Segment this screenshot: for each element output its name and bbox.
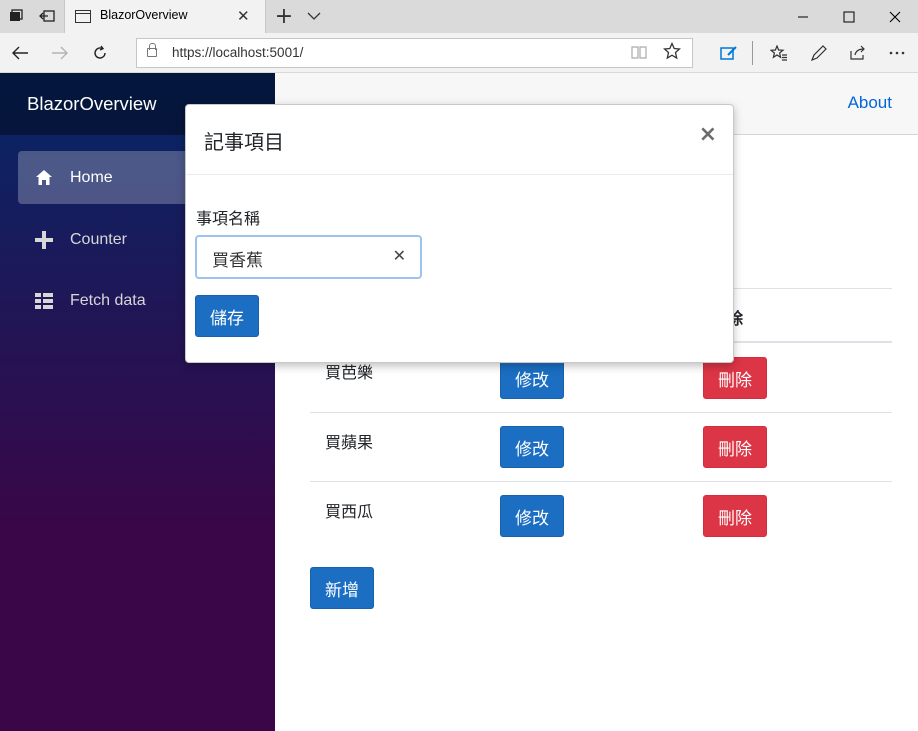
more-icon[interactable] — [884, 40, 910, 66]
table-row: 買蘋果 修改 刪除 — [310, 412, 892, 481]
edit-button[interactable]: 修改 — [500, 495, 564, 537]
dialog-header: 記事項目 × — [186, 105, 733, 175]
delete-button[interactable]: 刪除 — [703, 426, 767, 468]
home-icon — [35, 169, 53, 187]
input-value: 買香蕉 — [212, 251, 263, 271]
tab-manager-icon[interactable] — [4, 4, 28, 28]
edit-button[interactable]: 修改 — [500, 357, 564, 399]
delete-button[interactable]: 刪除 — [703, 357, 767, 399]
forward-icon[interactable] — [46, 40, 74, 66]
minimize-icon[interactable] — [780, 0, 826, 33]
url-field[interactable]: https://localhost:5001/ — [136, 38, 693, 68]
browser-tab[interactable]: BlazorOverview ✕ — [64, 0, 266, 33]
refresh-icon[interactable] — [86, 40, 114, 66]
list-icon — [35, 292, 53, 310]
favorites-hub-icon[interactable] — [766, 40, 792, 66]
new-tab-icon[interactable]: + — [272, 4, 296, 29]
page-icon — [75, 10, 91, 23]
url-text: https://localhost:5001/ — [172, 45, 304, 60]
close-window-icon[interactable] — [872, 0, 918, 33]
pen-icon[interactable] — [806, 40, 832, 66]
close-tab-icon[interactable]: ✕ — [237, 7, 250, 25]
todo-table: 買芭樂 修改 刪除 買蘋果 修改 刪除 買西瓜 修改 刪除 — [310, 343, 892, 550]
toolbar-divider — [752, 41, 753, 65]
edit-dialog: 記事項目 × 事項名稱 買香蕉 ✕ 儲存 — [185, 104, 734, 363]
brand[interactable]: BlazorOverview — [27, 93, 157, 115]
save-button[interactable]: 儲存 — [195, 295, 259, 337]
plus-icon — [35, 230, 53, 249]
delete-button[interactable]: 刪除 — [703, 495, 767, 537]
about-link[interactable]: About — [848, 93, 892, 113]
reading-view-icon[interactable] — [631, 45, 647, 63]
tab-title: BlazorOverview — [100, 8, 188, 22]
set-aside-tabs-icon[interactable] — [35, 4, 59, 28]
edit-button[interactable]: 修改 — [500, 426, 564, 468]
favorite-star-icon[interactable] — [662, 41, 682, 65]
item-name-input[interactable]: 買香蕉 ✕ — [195, 235, 422, 279]
sidebar-item-label: Fetch data — [70, 291, 146, 309]
share-icon[interactable] — [845, 40, 871, 66]
dialog-title: 記事項目 — [204, 130, 284, 154]
address-toolbar: https://localhost:5001/ — [0, 33, 918, 73]
item-name: 買西瓜 — [325, 502, 374, 521]
browser-tab-bar: BlazorOverview ✕ + — [0, 0, 918, 33]
table-row: 買西瓜 修改 刪除 — [310, 481, 892, 550]
close-icon[interactable]: × — [699, 122, 717, 147]
item-name: 買蘋果 — [325, 433, 374, 452]
sidebar-item-label: Counter — [70, 230, 127, 248]
clear-input-icon[interactable]: ✕ — [393, 246, 406, 265]
add-button[interactable]: 新增 — [310, 567, 374, 609]
back-icon[interactable] — [6, 40, 34, 66]
item-name-label: 事項名稱 — [196, 209, 261, 228]
maximize-icon[interactable] — [826, 0, 872, 33]
lock-icon — [147, 43, 157, 57]
sidebar-item-label: Home — [70, 168, 113, 186]
web-note-icon[interactable] — [716, 40, 742, 66]
tab-list-icon[interactable] — [302, 4, 326, 28]
